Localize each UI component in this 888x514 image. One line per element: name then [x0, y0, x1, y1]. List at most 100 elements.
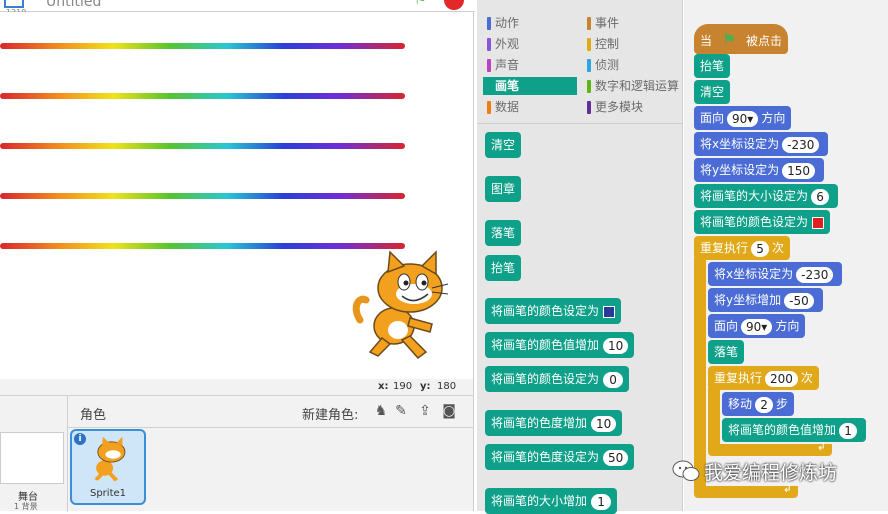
- number-input[interactable]: 50: [603, 449, 629, 466]
- category-motion[interactable]: 动作: [483, 14, 577, 32]
- block-label: 当: [700, 34, 713, 48]
- palette-change-pen-color-block[interactable]: 将画笔的颜色值增加 10: [485, 332, 635, 358]
- number-input[interactable]: 10: [591, 415, 617, 432]
- palette-stamp-block[interactable]: 图章: [485, 176, 522, 202]
- category-more-blocks[interactable]: 更多模块: [583, 98, 681, 116]
- category-sensing[interactable]: 侦测: [583, 56, 681, 74]
- set-pen-size-block[interactable]: 将画笔的大小设定为 6: [694, 184, 839, 208]
- category-label: 画笔: [495, 79, 520, 93]
- block-label: 图章: [491, 182, 516, 196]
- number-input[interactable]: 2: [755, 396, 774, 413]
- category-label: 动作: [495, 16, 520, 30]
- repeat-block[interactable]: 重复执行 5 次: [694, 236, 791, 260]
- presentation-mode-icon[interactable]: [4, 0, 24, 8]
- inner-repeat-c-foot: ↲: [708, 440, 832, 456]
- block-label: 将y坐标设定为: [700, 163, 780, 177]
- green-flag-icon[interactable]: ⚑: [414, 0, 432, 8]
- sprite-pane: 舞台 1 背景 角色 新建角色: ♞ ✎ ⇪ ◙ i Sprite1: [0, 395, 474, 512]
- category-label: 侦测: [595, 58, 620, 72]
- block-label: 次: [800, 371, 813, 385]
- color-swatch[interactable]: [812, 216, 825, 229]
- number-input[interactable]: 10: [603, 337, 629, 354]
- palette-change-pen-size-block[interactable]: 将画笔的大小增加 1: [485, 488, 618, 514]
- stop-icon[interactable]: [444, 0, 464, 10]
- point-in-direction-block[interactable]: 面向 90▾ 方向: [694, 106, 792, 130]
- category-looks[interactable]: 外观: [483, 35, 577, 53]
- number-input[interactable]: 6: [811, 188, 830, 205]
- category-color-swatch: [587, 17, 591, 30]
- upload-icon[interactable]: ⇪: [416, 402, 434, 420]
- block-label: 方向: [775, 319, 800, 333]
- repeat-c-arm: [694, 258, 706, 488]
- green-flag-icon: ⚑: [721, 30, 737, 49]
- category-operators[interactable]: 数字和逻辑运算: [583, 77, 681, 95]
- palette-set-pen-shade-block[interactable]: 将画笔的色度设定为 50: [485, 444, 635, 470]
- pen-down-block[interactable]: 落笔: [708, 340, 745, 364]
- direction-dropdown[interactable]: 90▾: [741, 318, 773, 335]
- number-input[interactable]: -50: [784, 292, 814, 309]
- inner-repeat-c-arm: [708, 388, 720, 446]
- move-steps-block[interactable]: 移动 2 步: [722, 392, 795, 416]
- category-label: 数字和逻辑运算: [595, 79, 680, 93]
- change-y-block[interactable]: 将y坐标增加 -50: [708, 288, 823, 312]
- number-input[interactable]: 0: [603, 371, 624, 388]
- x-value: 190: [393, 381, 413, 392]
- stage[interactable]: [0, 12, 474, 379]
- set-x-block[interactable]: 将x坐标设定为 -230: [694, 132, 829, 156]
- number-input[interactable]: -230: [796, 266, 834, 283]
- palette-set-pen-color-value-block[interactable]: 将画笔的颜色设定为 0: [485, 366, 630, 392]
- set-x-block[interactable]: 将x坐标设定为 -230: [708, 262, 843, 286]
- palette-pen-up-block[interactable]: 抬笔: [485, 255, 522, 281]
- number-input[interactable]: 150: [782, 162, 816, 179]
- pen-line: [0, 193, 405, 199]
- category-events[interactable]: 事件: [583, 14, 681, 32]
- inner-repeat-block[interactable]: 重复执行 200 次: [708, 366, 819, 390]
- block-label: 面向: [700, 111, 725, 125]
- number-input[interactable]: 1: [839, 422, 858, 439]
- repeat-c-foot: ↲: [694, 482, 798, 498]
- palette-clear-block[interactable]: 清空: [485, 132, 522, 158]
- category-color-swatch: [487, 59, 491, 72]
- stage-thumbnail[interactable]: [0, 432, 64, 484]
- number-input[interactable]: -230: [782, 136, 820, 153]
- number-input[interactable]: 5: [751, 240, 770, 257]
- category-color-swatch: [587, 80, 591, 93]
- when-flag-clicked-block[interactable]: 当 ⚑ 被点击: [694, 24, 789, 54]
- category-sound[interactable]: 声音: [483, 56, 577, 74]
- backdrop-count: 1 背景: [14, 502, 38, 511]
- point-in-direction-block[interactable]: 面向 90▾ 方向: [708, 314, 806, 338]
- paint-brush-icon[interactable]: ✎: [392, 402, 410, 420]
- set-y-block[interactable]: 将y坐标设定为 150: [694, 158, 825, 182]
- cat-sprite[interactable]: [352, 248, 452, 366]
- direction-dropdown[interactable]: 90▾: [727, 110, 759, 127]
- palette-pen-down-block[interactable]: 落笔: [485, 220, 522, 246]
- clear-block[interactable]: 清空: [694, 80, 731, 104]
- block-label: 抬笔: [700, 59, 725, 73]
- change-pen-color-block[interactable]: 将画笔的颜色值增加 1: [722, 418, 867, 442]
- pen-line: [0, 143, 405, 149]
- pen-up-block[interactable]: 抬笔: [694, 54, 731, 78]
- choose-sprite-library-icon[interactable]: ♞: [372, 402, 390, 420]
- new-sprite-label: 新建角色:: [302, 408, 359, 423]
- color-swatch[interactable]: [603, 305, 616, 318]
- category-data[interactable]: 数据: [483, 98, 577, 116]
- category-pen[interactable]: 画笔: [483, 77, 577, 95]
- set-pen-color-block[interactable]: 将画笔的颜色设定为: [694, 210, 831, 234]
- number-input[interactable]: 1: [591, 493, 612, 510]
- mouse-coordinates: x: 190 y: 180: [0, 379, 474, 395]
- palette-change-pen-shade-block[interactable]: 将画笔的色度增加 10: [485, 410, 623, 436]
- category-control[interactable]: 控制: [583, 35, 681, 53]
- watermark-text: 我爱编程修炼坊: [704, 462, 838, 484]
- scripts-area[interactable]: 当 ⚑ 被点击 抬笔 清空 面向 90▾ 方向 将x坐标设定为 -230 将y坐标设定…: [684, 0, 888, 511]
- project-title[interactable]: Untitled: [46, 0, 101, 10]
- category-label: 事件: [595, 16, 620, 30]
- camera-icon[interactable]: ◙: [440, 402, 458, 420]
- info-icon[interactable]: i: [74, 433, 86, 445]
- category-color-swatch: [487, 80, 491, 93]
- stage-selector[interactable]: 舞台 1 背景: [0, 396, 68, 512]
- number-input[interactable]: 200: [765, 370, 798, 387]
- palette-set-pen-color-block[interactable]: 将画笔的颜色设定为: [485, 298, 622, 324]
- block-label: 将画笔的色度设定为: [491, 450, 600, 464]
- sprite-thumbnail[interactable]: i Sprite1: [70, 429, 146, 505]
- category-color-swatch: [587, 101, 591, 114]
